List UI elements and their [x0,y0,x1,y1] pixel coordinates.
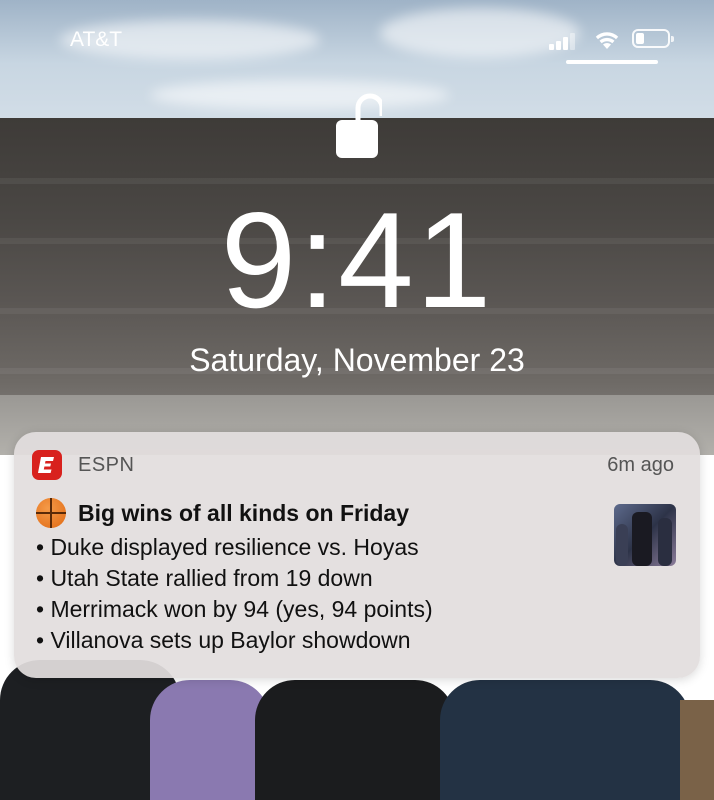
notification-thumbnail [614,504,676,566]
notification-title-row: Big wins of all kinds on Friday [36,498,409,528]
notification-timestamp: 6m ago [607,454,674,476]
battery-icon [632,29,674,48]
notification-title: Big wins of all kinds on Friday [78,499,409,526]
notification-line: • Utah State rallied from 19 down [36,565,373,591]
cellular-signal-icon [549,32,579,50]
notification-app-name: ESPN [78,454,135,476]
notification-line: • Merrimack won by 94 (yes, 94 points) [36,596,433,622]
notification-body: • Duke displayed resilience vs. Hoyas • … [36,532,433,656]
notification-line: • Villanova sets up Baylor showdown [36,627,411,653]
control-center-grabber[interactable] [566,60,658,64]
espn-logo-icon [32,450,62,480]
notification-line: • Duke displayed resilience vs. Hoyas [36,534,419,560]
unlocked-padlock-icon [336,93,382,158]
carrier-label: AT&T [70,28,123,51]
basketball-icon [36,498,66,528]
lock-screen-date: Saturday, November 23 [189,342,525,378]
wifi-icon [595,32,619,49]
espn-notification[interactable]: ESPN 6m ago Big wins of all kinds on Fri… [14,432,700,678]
status-bar: AT&T [0,28,714,54]
lock-screen-time: 9:41 [220,184,494,336]
